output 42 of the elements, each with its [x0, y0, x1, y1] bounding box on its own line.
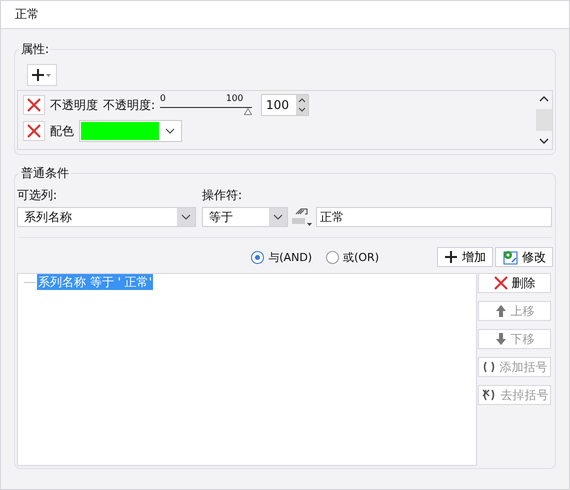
- opacity-slider[interactable]: [160, 107, 252, 116]
- chevron-down-icon: [180, 213, 192, 221]
- spinner-value: 100: [265, 98, 290, 112]
- chevron-down-icon: [272, 213, 284, 221]
- close-icon: [27, 124, 41, 138]
- edit-icon: [502, 249, 518, 265]
- add-property-button[interactable]: [27, 64, 57, 86]
- chevron-down-icon[interactable]: [539, 137, 549, 145]
- logic-radio[interactable]: 或(OR): [326, 250, 379, 264]
- modify-button[interactable]: 修改: [495, 247, 553, 267]
- chevron-down-icon: [164, 127, 176, 135]
- column-dropdown[interactable]: 系列名称: [17, 207, 196, 227]
- column-label: 可选列:: [17, 187, 58, 203]
- delete-button[interactable]: 删除: [478, 273, 551, 293]
- slider-thumb[interactable]: [244, 108, 252, 115]
- operator-label: 操作符:: [202, 187, 242, 203]
- parentheses-icon: [482, 360, 496, 374]
- property-name: 配色: [50, 122, 74, 140]
- operator-dropdown[interactable]: 等于: [202, 207, 288, 227]
- opacity-spinner[interactable]: 100: [261, 94, 310, 116]
- arrow-up-icon: [494, 304, 506, 318]
- property-name: 不透明度: [50, 96, 98, 114]
- group-label: 属性:: [19, 41, 52, 57]
- slider-max-label: 100: [226, 94, 244, 104]
- value-input[interactable]: 正常: [316, 207, 552, 227]
- plus-icon: [32, 68, 52, 82]
- panel-title: 正常: [15, 6, 39, 23]
- remove-parentheses-icon: [480, 388, 496, 402]
- logic-radio[interactable]: 与(AND): [251, 250, 312, 264]
- close-icon: [27, 98, 41, 112]
- slider-min-label: 0: [160, 94, 166, 104]
- chevron-up-icon[interactable]: [539, 95, 549, 103]
- add-button[interactable]: 增加: [437, 247, 493, 267]
- slider-label: 不透明度:: [103, 96, 156, 114]
- color-picker[interactable]: [79, 120, 182, 142]
- remove-button[interactable]: [23, 121, 45, 141]
- group-label: 普通条件: [19, 165, 71, 181]
- close-icon: [494, 276, 508, 290]
- value-type-icon[interactable]: [291, 207, 313, 227]
- arrow-down-icon: [494, 332, 506, 346]
- remove-button[interactable]: [23, 95, 45, 115]
- plus-icon: [444, 250, 458, 264]
